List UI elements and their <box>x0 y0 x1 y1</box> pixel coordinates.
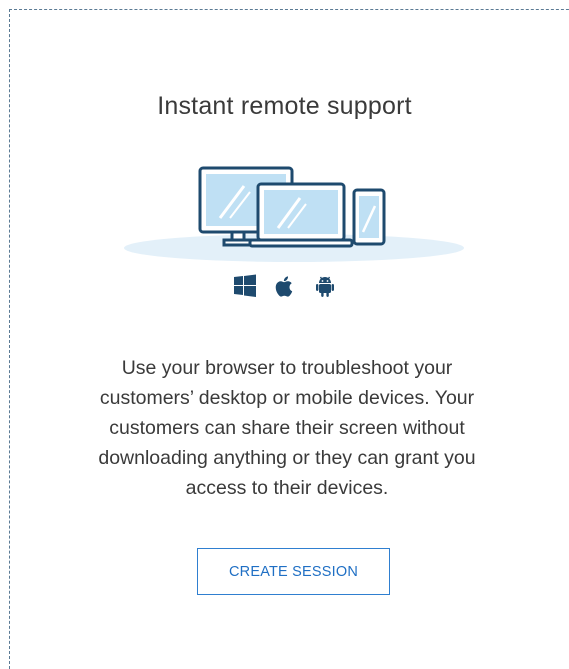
android-icon <box>315 276 334 297</box>
card-description: Use your browser to troubleshoot your cu… <box>98 357 476 499</box>
create-session-button[interactable]: CREATE SESSION <box>197 548 390 595</box>
laptop <box>248 182 354 248</box>
apple-icon <box>275 276 292 297</box>
devices-illustration <box>124 166 464 262</box>
phone <box>352 188 386 246</box>
card-title: Instant remote support <box>157 92 412 120</box>
windows-icon <box>233 274 256 297</box>
os-icons-row <box>0 272 569 300</box>
